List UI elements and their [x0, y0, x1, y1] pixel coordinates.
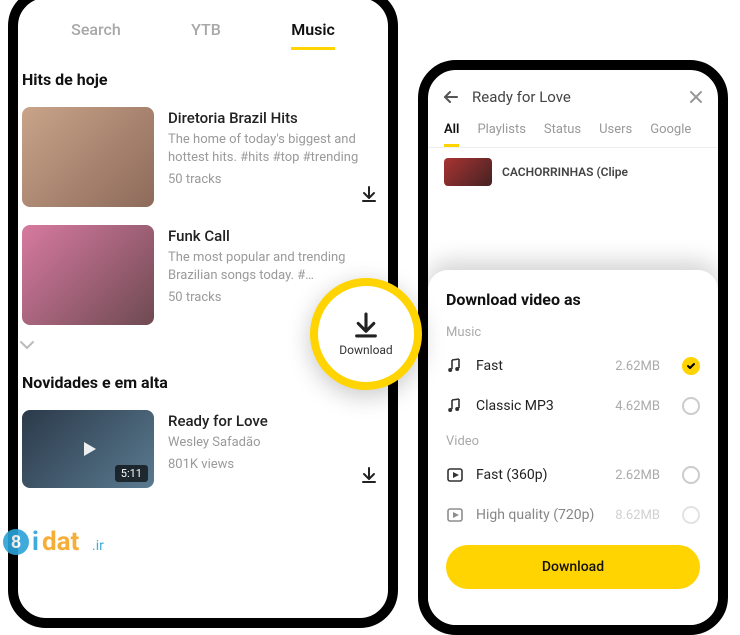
radio-unselected[interactable] — [682, 397, 700, 415]
svg-text:i: i — [32, 527, 39, 557]
video-duration-badge: 5:11 — [115, 465, 148, 482]
top-tabs: Search YTB Music — [18, 0, 388, 58]
playlist-title: Funk Call — [168, 227, 384, 245]
section-hits-title: Hits de hoje — [18, 58, 388, 99]
group-label-music: Music — [446, 325, 700, 340]
filter-tab-all[interactable]: All — [444, 122, 459, 137]
result-title: CACHORRINHAS (Clipe — [502, 165, 628, 179]
video-title: Ready for Love — [168, 412, 384, 430]
download-button[interactable]: Download — [446, 545, 700, 589]
close-icon[interactable] — [688, 89, 704, 105]
option-label: Classic MP3 — [476, 398, 603, 414]
tab-search[interactable]: Search — [71, 20, 121, 50]
playlist-card[interactable]: Diretoria Brazil Hits The home of today'… — [18, 99, 388, 217]
download-option[interactable]: Fast 2.62MB — [446, 346, 700, 386]
group-label-video: Video — [446, 434, 700, 449]
playlist-thumb — [22, 107, 154, 207]
result-peek: CACHORRINHAS (Clipe — [428, 148, 718, 190]
back-icon[interactable] — [442, 88, 460, 106]
download-icon[interactable] — [358, 464, 380, 486]
header-title: Ready for Love — [472, 88, 676, 106]
filter-tab-status[interactable]: Status — [544, 122, 581, 137]
option-label: High quality (720p) — [476, 507, 603, 523]
video-artist: Wesley Safadão — [168, 434, 384, 452]
option-size: 8.62MB — [615, 508, 660, 523]
header: Ready for Love — [428, 70, 718, 118]
playlist-subtitle: The home of today's biggest and hottest … — [168, 131, 384, 166]
video-card[interactable]: 5:11 Ready for Love Wesley Safadão 801K … — [18, 402, 388, 498]
watermark-logo: 8 i dat .ir — [2, 514, 122, 570]
video-play-icon — [446, 506, 464, 524]
svg-text:dat: dat — [42, 527, 80, 557]
download-icon[interactable] — [358, 183, 380, 205]
filter-tabs: All Playlists Status Users Google — [428, 118, 718, 148]
tab-music[interactable]: Music — [291, 20, 335, 50]
playlist-title: Diretoria Brazil Hits — [168, 109, 384, 127]
option-size: 2.62MB — [615, 359, 660, 374]
tab-ytb[interactable]: YTB — [191, 20, 221, 50]
radio-unselected[interactable] — [682, 466, 700, 484]
playlist-track-count: 50 tracks — [168, 172, 384, 187]
download-option[interactable]: Classic MP3 4.62MB — [446, 386, 700, 426]
filter-tab-users[interactable]: Users — [599, 122, 632, 137]
video-thumb: 5:11 — [22, 410, 154, 488]
filter-tab-google[interactable]: Google — [650, 122, 691, 137]
option-label: Fast — [476, 358, 603, 374]
video-views: 801K views — [168, 456, 384, 474]
playlist-thumb — [22, 225, 154, 325]
music-note-icon — [446, 397, 464, 415]
option-label: Fast (360p) — [476, 467, 603, 483]
music-note-icon — [446, 357, 464, 375]
radio-selected[interactable] — [682, 357, 700, 375]
download-icon — [352, 311, 380, 339]
download-callout: Download — [310, 278, 422, 390]
video-play-icon — [446, 466, 464, 484]
svg-text:.ir: .ir — [92, 538, 104, 554]
option-size: 2.62MB — [615, 468, 660, 483]
download-option[interactable]: High quality (720p) 8.62MB — [446, 495, 700, 535]
filter-tab-playlists[interactable]: Playlists — [477, 122, 525, 137]
sheet-title: Download video as — [446, 290, 700, 309]
radio-unselected[interactable] — [682, 506, 700, 524]
svg-text:8: 8 — [11, 532, 21, 553]
download-option[interactable]: Fast (360p) 2.62MB — [446, 455, 700, 495]
option-size: 4.62MB — [615, 399, 660, 414]
download-callout-label: Download — [339, 343, 392, 357]
download-sheet: Download video as Music Fast 2.62MB Clas… — [428, 270, 718, 625]
phone-right: Ready for Love All Playlists Status User… — [418, 60, 728, 635]
result-thumb — [444, 158, 492, 186]
